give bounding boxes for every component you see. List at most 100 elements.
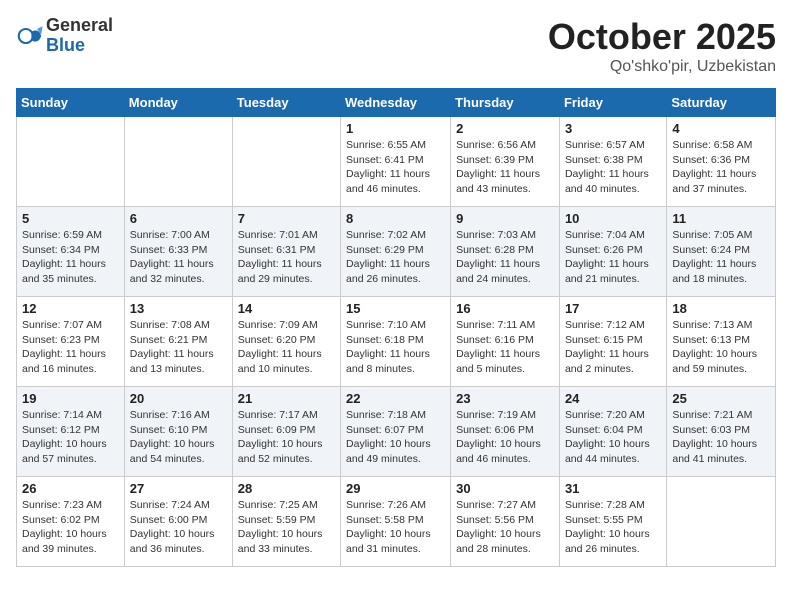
calendar-cell [17, 117, 125, 207]
day-info: Sunrise: 7:13 AM Sunset: 6:13 PM Dayligh… [672, 318, 770, 377]
calendar-week-3: 12 Sunrise: 7:07 AM Sunset: 6:23 PM Dayli… [17, 297, 776, 387]
day-number: 18 [672, 301, 770, 316]
day-number: 22 [346, 391, 445, 406]
location-subtitle: Qo'shko'pir, Uzbekistan [548, 58, 776, 76]
day-number: 2 [456, 121, 554, 136]
day-number: 4 [672, 121, 770, 136]
day-number: 19 [22, 391, 119, 406]
calendar-cell: 26 Sunrise: 7:23 AM Sunset: 6:02 PM Dayli… [17, 477, 125, 567]
day-info: Sunrise: 7:18 AM Sunset: 6:07 PM Dayligh… [346, 408, 445, 467]
day-number: 30 [456, 481, 554, 496]
day-info: Sunrise: 7:24 AM Sunset: 6:00 PM Dayligh… [130, 498, 227, 557]
day-number: 10 [565, 211, 661, 226]
calendar-cell: 22 Sunrise: 7:18 AM Sunset: 6:07 PM Dayli… [341, 387, 451, 477]
calendar-cell: 16Sunrise: 7:11 AM Sunset: 6:16 PM Dayli… [451, 297, 560, 387]
calendar-cell: 4 Sunrise: 6:58 AM Sunset: 6:36 PM Daylig… [667, 117, 776, 207]
weekday-tuesday: Tuesday [232, 89, 340, 117]
day-number: 15 [346, 301, 445, 316]
day-number: 12 [22, 301, 119, 316]
day-info: Sunrise: 7:19 AM Sunset: 6:06 PM Dayligh… [456, 408, 554, 467]
calendar-cell: 5 Sunrise: 6:59 AM Sunset: 6:34 PM Daylig… [17, 207, 125, 297]
calendar-week-2: 5 Sunrise: 6:59 AM Sunset: 6:34 PM Daylig… [17, 207, 776, 297]
calendar-cell: 10 Sunrise: 7:04 AM Sunset: 6:26 PM Dayli… [559, 207, 666, 297]
day-number: 13 [130, 301, 227, 316]
calendar-cell: 31 Sunrise: 7:28 AM Sunset: 5:55 PM Dayli… [559, 477, 666, 567]
calendar-cell: 20Sunrise: 7:16 AM Sunset: 6:10 PM Dayli… [124, 387, 232, 477]
calendar-body: 1 Sunrise: 6:55 AM Sunset: 6:41 PM Daylig… [17, 117, 776, 567]
calendar-cell [232, 117, 340, 207]
calendar-cell: 12 Sunrise: 7:07 AM Sunset: 6:23 PM Dayli… [17, 297, 125, 387]
day-info: Sunrise: 6:59 AM Sunset: 6:34 PM Dayligh… [22, 228, 119, 287]
day-info: Sunrise: 7:08 AM Sunset: 6:21 PM Dayligh… [130, 318, 227, 377]
logo-blue: Blue [46, 36, 113, 56]
day-number: 23 [456, 391, 554, 406]
day-number: 1 [346, 121, 445, 136]
day-number: 5 [22, 211, 119, 226]
calendar-cell: 7 Sunrise: 7:01 AM Sunset: 6:31 PM Daylig… [232, 207, 340, 297]
calendar-cell: 11Sunrise: 7:05 AM Sunset: 6:24 PM Dayli… [667, 207, 776, 297]
day-number: 25 [672, 391, 770, 406]
calendar-table: SundayMondayTuesdayWednesdayThursdayFrid… [16, 88, 776, 567]
calendar-cell: 6 Sunrise: 7:00 AM Sunset: 6:33 PM Daylig… [124, 207, 232, 297]
calendar-cell [124, 117, 232, 207]
day-number: 26 [22, 481, 119, 496]
weekday-friday: Friday [559, 89, 666, 117]
calendar-cell: 14Sunrise: 7:09 AM Sunset: 6:20 PM Dayli… [232, 297, 340, 387]
day-info: Sunrise: 7:01 AM Sunset: 6:31 PM Dayligh… [238, 228, 335, 287]
page-header: General Blue October 2025 Qo'shko'pir, U… [16, 16, 776, 76]
calendar-cell: 17 Sunrise: 7:12 AM Sunset: 6:15 PM Dayli… [559, 297, 666, 387]
calendar-cell: 3 Sunrise: 6:57 AM Sunset: 6:38 PM Daylig… [559, 117, 666, 207]
day-info: Sunrise: 7:04 AM Sunset: 6:26 PM Dayligh… [565, 228, 661, 287]
day-info: Sunrise: 7:20 AM Sunset: 6:04 PM Dayligh… [565, 408, 661, 467]
day-info: Sunrise: 7:09 AM Sunset: 6:20 PM Dayligh… [238, 318, 335, 377]
day-number: 17 [565, 301, 661, 316]
calendar-cell: 18 Sunrise: 7:13 AM Sunset: 6:13 PM Dayli… [667, 297, 776, 387]
day-number: 8 [346, 211, 445, 226]
calendar-cell: 27 Sunrise: 7:24 AM Sunset: 6:00 PM Dayli… [124, 477, 232, 567]
day-info: Sunrise: 6:57 AM Sunset: 6:38 PM Dayligh… [565, 138, 661, 197]
day-info: Sunrise: 7:14 AM Sunset: 6:12 PM Dayligh… [22, 408, 119, 467]
day-number: 7 [238, 211, 335, 226]
day-info: Sunrise: 6:58 AM Sunset: 6:36 PM Dayligh… [672, 138, 770, 197]
day-info: Sunrise: 7:12 AM Sunset: 6:15 PM Dayligh… [565, 318, 661, 377]
weekday-thursday: Thursday [451, 89, 560, 117]
day-info: Sunrise: 7:11 AM Sunset: 6:16 PM Dayligh… [456, 318, 554, 377]
day-number: 29 [346, 481, 445, 496]
day-number: 20 [130, 391, 227, 406]
day-info: Sunrise: 6:55 AM Sunset: 6:41 PM Dayligh… [346, 138, 445, 197]
calendar-cell: 29Sunrise: 7:26 AM Sunset: 5:58 PM Dayli… [341, 477, 451, 567]
calendar-header: SundayMondayTuesdayWednesdayThursdayFrid… [17, 89, 776, 117]
day-number: 11 [672, 211, 770, 226]
calendar-week-5: 26 Sunrise: 7:23 AM Sunset: 6:02 PM Dayli… [17, 477, 776, 567]
day-number: 27 [130, 481, 227, 496]
calendar-cell: 25Sunrise: 7:21 AM Sunset: 6:03 PM Dayli… [667, 387, 776, 477]
weekday-monday: Monday [124, 89, 232, 117]
calendar-week-4: 19 Sunrise: 7:14 AM Sunset: 6:12 PM Dayli… [17, 387, 776, 477]
logo-general: General [46, 16, 113, 36]
day-info: Sunrise: 7:02 AM Sunset: 6:29 PM Dayligh… [346, 228, 445, 287]
calendar-cell: 21Sunrise: 7:17 AM Sunset: 6:09 PM Dayli… [232, 387, 340, 477]
day-number: 31 [565, 481, 661, 496]
day-info: Sunrise: 7:27 AM Sunset: 5:56 PM Dayligh… [456, 498, 554, 557]
day-number: 6 [130, 211, 227, 226]
weekday-sunday: Sunday [17, 89, 125, 117]
day-info: Sunrise: 7:07 AM Sunset: 6:23 PM Dayligh… [22, 318, 119, 377]
day-number: 21 [238, 391, 335, 406]
calendar-week-1: 1 Sunrise: 6:55 AM Sunset: 6:41 PM Daylig… [17, 117, 776, 207]
calendar-cell: 2Sunrise: 6:56 AM Sunset: 6:39 PM Daylig… [451, 117, 560, 207]
calendar-cell: 19 Sunrise: 7:14 AM Sunset: 6:12 PM Dayli… [17, 387, 125, 477]
calendar-cell: 1 Sunrise: 6:55 AM Sunset: 6:41 PM Daylig… [341, 117, 451, 207]
day-number: 3 [565, 121, 661, 136]
calendar-cell: 23 Sunrise: 7:19 AM Sunset: 6:06 PM Dayli… [451, 387, 560, 477]
calendar-cell: 28Sunrise: 7:25 AM Sunset: 5:59 PM Dayli… [232, 477, 340, 567]
day-info: Sunrise: 7:00 AM Sunset: 6:33 PM Dayligh… [130, 228, 227, 287]
calendar-cell: 24 Sunrise: 7:20 AM Sunset: 6:04 PM Dayli… [559, 387, 666, 477]
day-number: 28 [238, 481, 335, 496]
day-number: 9 [456, 211, 554, 226]
day-info: Sunrise: 7:28 AM Sunset: 5:55 PM Dayligh… [565, 498, 661, 557]
day-number: 24 [565, 391, 661, 406]
logo-text: General Blue [46, 16, 113, 56]
month-title: October 2025 [548, 16, 776, 58]
day-info: Sunrise: 7:23 AM Sunset: 6:02 PM Dayligh… [22, 498, 119, 557]
calendar-cell: 8 Sunrise: 7:02 AM Sunset: 6:29 PM Daylig… [341, 207, 451, 297]
